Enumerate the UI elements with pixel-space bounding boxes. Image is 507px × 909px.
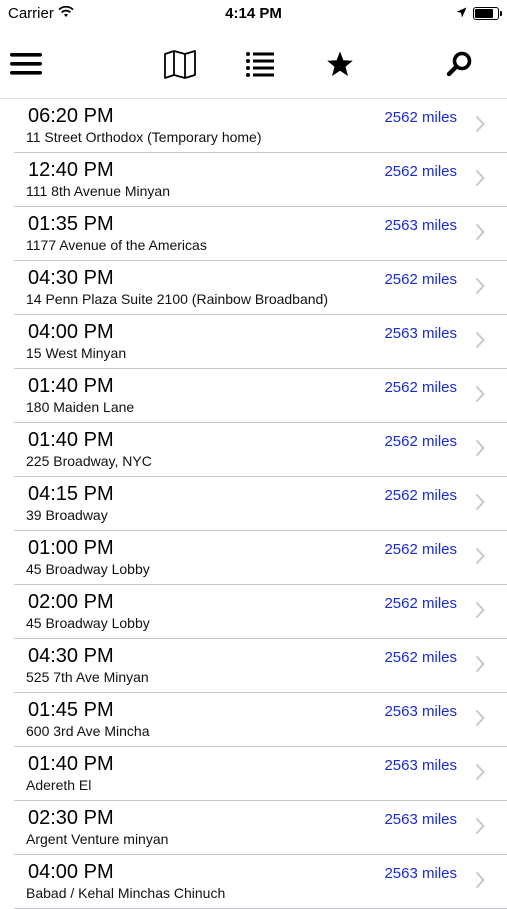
- synagogue-list: 06:20 PM 11 Street Orthodox (Temporary h…: [0, 99, 507, 909]
- minyan-time: 06:20 PM: [28, 105, 114, 127]
- location-name: 180 Maiden Lane: [26, 399, 135, 415]
- minyan-time: 12:40 PM: [28, 159, 114, 181]
- minyan-time: 01:40 PM: [28, 753, 114, 775]
- distance-label: 2563 miles: [384, 325, 457, 342]
- distance-label: 2563 miles: [384, 757, 457, 774]
- distance-label: 2562 miles: [384, 649, 457, 666]
- location-name: Babad / Kehal Minchas Chinuch: [26, 885, 226, 901]
- distance-label: 2563 miles: [384, 703, 457, 720]
- location-name: 600 3rd Ave Mincha: [26, 723, 150, 739]
- distance-label: 2562 miles: [384, 379, 457, 396]
- distance-label: 2562 miles: [384, 541, 457, 558]
- chevron-right-icon: [475, 655, 485, 678]
- distance-label: 2563 miles: [384, 217, 457, 234]
- list-item[interactable]: 01:00 PM 45 Broadway Lobby 2562 miles: [14, 531, 507, 585]
- battery-icon: [473, 7, 502, 20]
- location-name: Adereth El: [26, 777, 92, 793]
- location-name: 225 Broadway, NYC: [26, 453, 152, 469]
- chevron-right-icon: [475, 871, 485, 894]
- minyan-time: 04:15 PM: [28, 483, 114, 505]
- minyan-time: 01:40 PM: [28, 375, 114, 397]
- chevron-right-icon: [475, 331, 485, 354]
- toolbar: [0, 28, 507, 99]
- chevron-right-icon: [475, 277, 485, 300]
- chevron-right-icon: [475, 817, 485, 840]
- location-name: 14 Penn Plaza Suite 2100 (Rainbow Broadb…: [26, 291, 328, 307]
- minyan-time: 04:30 PM: [28, 645, 114, 667]
- chevron-right-icon: [475, 493, 485, 516]
- distance-label: 2562 miles: [384, 271, 457, 288]
- list-item[interactable]: 01:40 PM 180 Maiden Lane 2562 miles: [14, 369, 507, 423]
- list-item[interactable]: 04:00 PM 15 West Minyan 2563 miles: [14, 315, 507, 369]
- list-item[interactable]: 04:30 PM 525 7th Ave Minyan 2562 miles: [14, 639, 507, 693]
- chevron-right-icon: [475, 115, 485, 138]
- list-item[interactable]: 06:20 PM 11 Street Orthodox (Temporary h…: [14, 99, 507, 153]
- list-item[interactable]: 02:30 PM Argent Venture minyan 2563 mile…: [14, 801, 507, 855]
- distance-label: 2562 miles: [384, 595, 457, 612]
- status-right: [456, 5, 502, 22]
- location-name: 1177 Avenue of the Americas: [26, 237, 207, 253]
- list-item[interactable]: 04:15 PM 39 Broadway 2562 miles: [14, 477, 507, 531]
- minyan-time: 01:45 PM: [28, 699, 114, 721]
- distance-label: 2562 miles: [384, 487, 457, 504]
- minyan-time: 04:30 PM: [28, 267, 114, 289]
- location-name: 15 West Minyan: [26, 345, 127, 361]
- location-name: 111 8th Avenue Minyan: [26, 183, 170, 199]
- location-name: 525 7th Ave Minyan: [26, 669, 149, 685]
- list-item[interactable]: 01:40 PM 225 Broadway, NYC 2562 miles: [14, 423, 507, 477]
- star-icon[interactable]: [318, 42, 362, 86]
- map-icon[interactable]: [158, 42, 202, 86]
- list-item[interactable]: 01:40 PM Adereth El 2563 miles: [14, 747, 507, 801]
- minyan-time: 04:00 PM: [28, 861, 114, 883]
- list-item[interactable]: 12:40 PM 111 8th Avenue Minyan 2562 mile…: [14, 153, 507, 207]
- chevron-right-icon: [475, 547, 485, 570]
- minyan-time: 02:00 PM: [28, 591, 114, 613]
- list-item[interactable]: 04:00 PM Babad / Kehal Minchas Chinuch 2…: [14, 855, 507, 909]
- location-arrow-icon: [456, 5, 467, 22]
- chevron-right-icon: [475, 169, 485, 192]
- distance-label: 2562 miles: [384, 163, 457, 180]
- minyan-time: 01:00 PM: [28, 537, 114, 559]
- list-icon[interactable]: [238, 42, 282, 86]
- list-item[interactable]: 01:45 PM 600 3rd Ave Mincha 2563 miles: [14, 693, 507, 747]
- hamburger-menu-icon[interactable]: [4, 42, 48, 86]
- chevron-right-icon: [475, 385, 485, 408]
- location-name: Argent Venture minyan: [26, 831, 169, 847]
- chevron-right-icon: [475, 223, 485, 246]
- location-name: 39 Broadway: [26, 507, 108, 523]
- chevron-right-icon: [475, 763, 485, 786]
- status-time: 4:14 PM: [225, 5, 282, 22]
- list-item[interactable]: 02:00 PM 45 Broadway Lobby 2562 miles: [14, 585, 507, 639]
- minyan-time: 02:30 PM: [28, 807, 114, 829]
- search-icon[interactable]: [438, 42, 482, 86]
- minyan-time: 04:00 PM: [28, 321, 114, 343]
- status-bar: Carrier 4:14 PM: [0, 0, 507, 28]
- list-item[interactable]: 01:35 PM 1177 Avenue of the Americas 256…: [14, 207, 507, 261]
- minyan-time: 01:35 PM: [28, 213, 114, 235]
- distance-label: 2563 miles: [384, 865, 457, 882]
- distance-label: 2563 miles: [384, 811, 457, 828]
- location-name: 11 Street Orthodox (Temporary home): [26, 129, 262, 145]
- chevron-right-icon: [475, 709, 485, 732]
- location-name: 45 Broadway Lobby: [26, 561, 150, 577]
- minyan-time: 01:40 PM: [28, 429, 114, 451]
- distance-label: 2562 miles: [384, 433, 457, 450]
- location-name: 45 Broadway Lobby: [26, 615, 150, 631]
- chevron-right-icon: [475, 439, 485, 462]
- list-item[interactable]: 04:30 PM 14 Penn Plaza Suite 2100 (Rainb…: [14, 261, 507, 315]
- chevron-right-icon: [475, 601, 485, 624]
- battery-level: [475, 9, 494, 18]
- distance-label: 2562 miles: [384, 109, 457, 126]
